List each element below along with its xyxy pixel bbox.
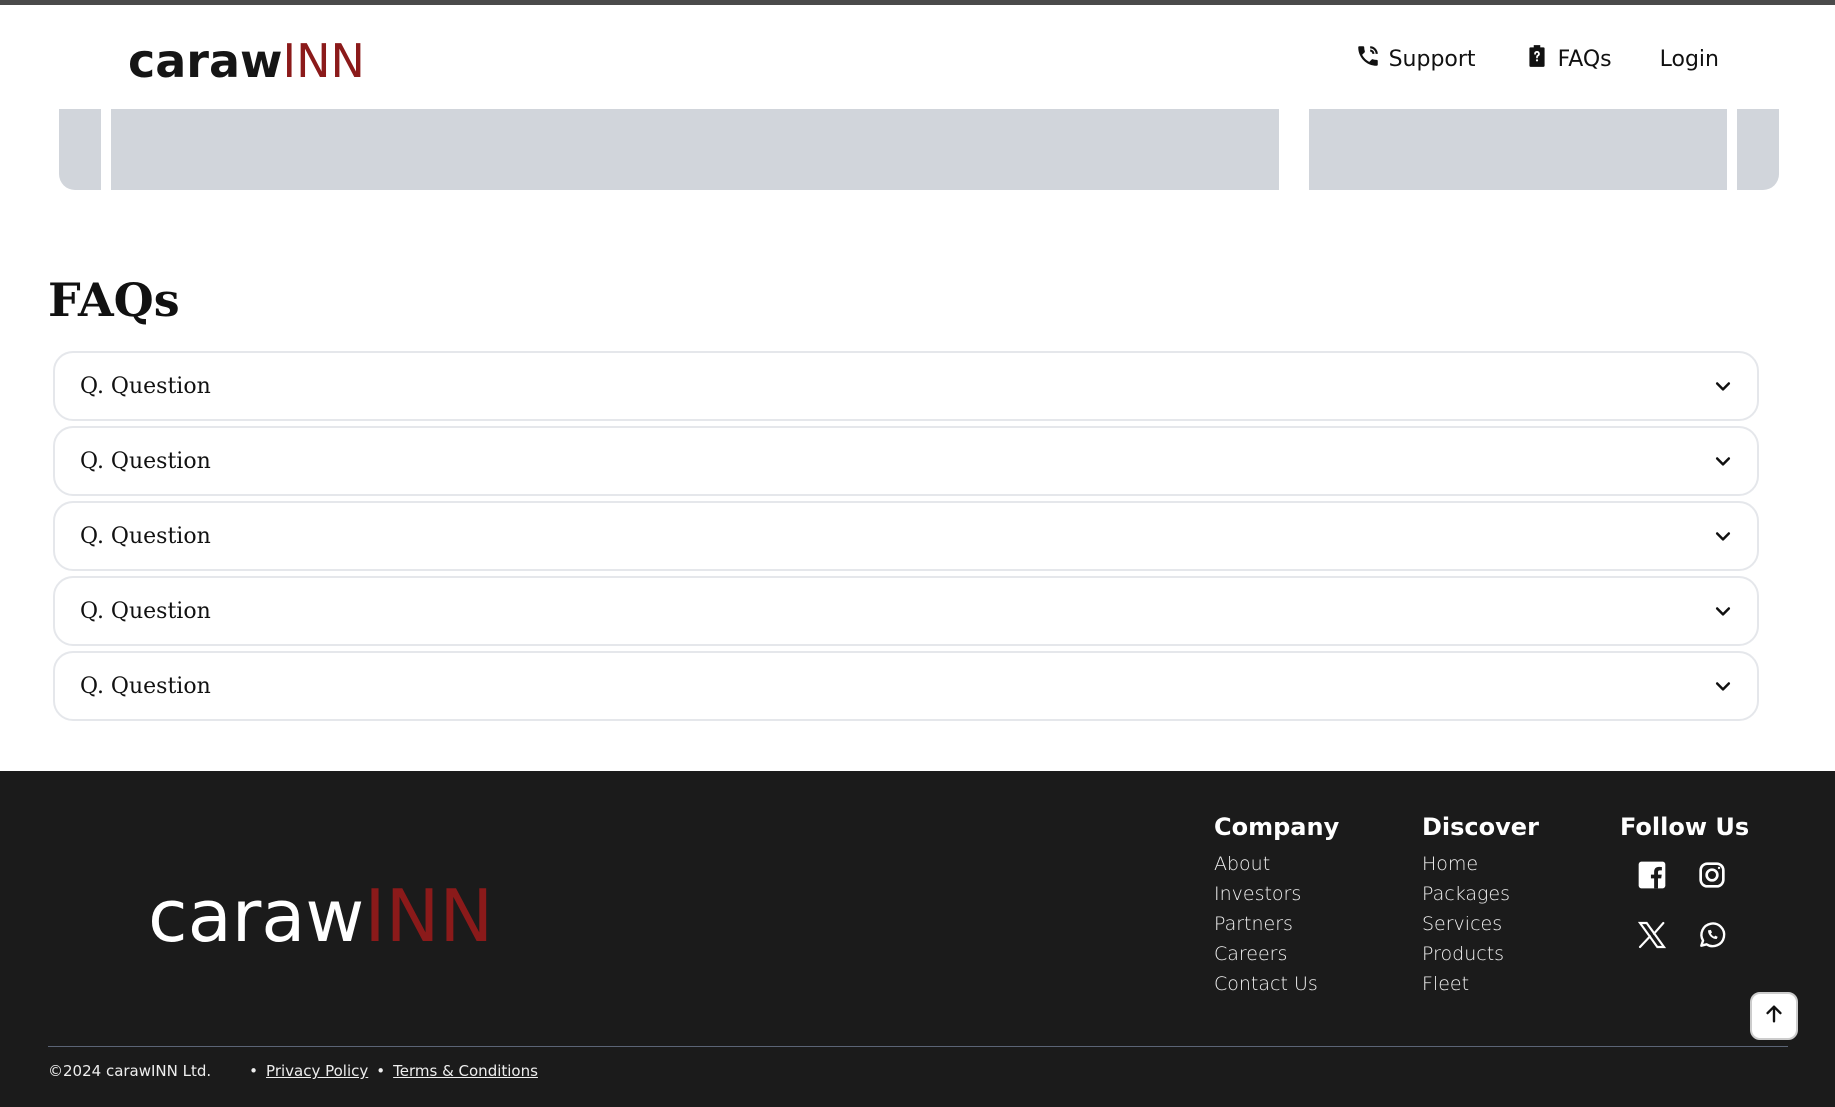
bullet-separator: • [249,1062,259,1080]
facebook-icon[interactable] [1632,855,1672,895]
site-logo[interactable]: carawINN [128,31,365,91]
faq-item[interactable]: Q. Question [53,501,1759,571]
nav-faqs-label: FAQs [1557,46,1612,72]
chevron-down-icon [1713,676,1733,696]
footer-follow-heading: Follow Us [1620,813,1750,841]
footer-link-about[interactable]: About [1214,849,1339,879]
footer-link-packages[interactable]: Packages [1422,879,1539,909]
faq-question-text: Q. Question [80,523,211,549]
faq-question-text: Q. Question [80,448,211,474]
chevron-down-icon [1713,451,1733,471]
footer-discover-column: Discover Home Packages Services Products… [1422,813,1539,999]
footer-link-products[interactable]: Products [1422,939,1539,969]
faq-section-title: FAQs [48,273,180,327]
footer-divider [48,1046,1788,1047]
nav-support-label: Support [1388,46,1476,72]
footer-link-services[interactable]: Services [1422,909,1539,939]
chevron-down-icon [1713,376,1733,396]
faq-item[interactable]: Q. Question [53,426,1759,496]
footer-link-contact-us[interactable]: Contact Us [1214,969,1339,999]
footer-link-careers[interactable]: Careers [1214,939,1339,969]
privacy-policy-link[interactable]: Privacy Policy [266,1062,368,1080]
footer-company-heading: Company [1214,813,1340,841]
phone-icon [1355,43,1381,75]
footer-logo[interactable]: carawINN [148,876,493,956]
nav-login-link[interactable]: Login [1660,47,1719,72]
banner-skeleton-side [1309,109,1727,190]
banner-skeleton-left-edge [59,109,101,190]
bullet-separator: • [376,1062,386,1080]
chevron-down-icon [1713,601,1733,621]
clipboard-question-icon [1524,43,1550,75]
faq-item[interactable]: Q. Question [53,576,1759,646]
faq-question-text: Q. Question [80,598,211,624]
banner-skeleton-main [111,109,1279,190]
footer-link-investors[interactable]: Investors [1214,879,1339,909]
site-footer: carawINN Company About Investors Partner… [0,771,1835,1107]
back-to-top-button[interactable] [1750,992,1798,1040]
footer-link-fleet[interactable]: Fleet [1422,969,1539,999]
footer-company-column: Company About Investors Partners Careers… [1214,813,1339,999]
footer-discover-heading: Discover [1422,813,1539,841]
main-nav: Support FAQs Login [1355,43,1719,75]
faq-item[interactable]: Q. Question [53,651,1759,721]
instagram-icon[interactable] [1692,855,1732,895]
logo-text-accent: INN [282,34,365,88]
whatsapp-icon[interactable] [1692,915,1732,955]
nav-login-label: Login [1659,46,1719,72]
social-links [1632,855,1749,955]
footer-link-partners[interactable]: Partners [1214,909,1339,939]
site-header: carawINN Support FAQs Login [0,5,1835,109]
faq-accordion-list: Q. Question Q. Question Q. Question Q. Q… [53,351,1759,726]
footer-link-home[interactable]: Home [1422,849,1539,879]
nav-faqs-link[interactable]: FAQs [1524,43,1612,75]
footer-follow-column: Follow Us [1620,813,1749,955]
footer-logo-text-accent: INN [364,874,494,958]
logo-text-primary: caraw [128,34,283,88]
x-twitter-icon[interactable] [1632,915,1672,955]
faq-question-text: Q. Question [80,373,211,399]
footer-logo-text-primary: caraw [148,874,365,958]
faq-question-text: Q. Question [80,673,211,699]
chevron-down-icon [1713,526,1733,546]
footer-legal-bar: ©2024 carawINN Ltd. • Privacy Policy • T… [48,1062,538,1080]
arrow-up-icon [1763,1003,1785,1030]
copyright-text: ©2024 carawINN Ltd. [48,1062,212,1080]
banner-skeleton-right-edge [1737,109,1779,190]
terms-conditions-link[interactable]: Terms & Conditions [393,1062,538,1080]
faq-item[interactable]: Q. Question [53,351,1759,421]
nav-support-link[interactable]: Support [1355,43,1476,75]
